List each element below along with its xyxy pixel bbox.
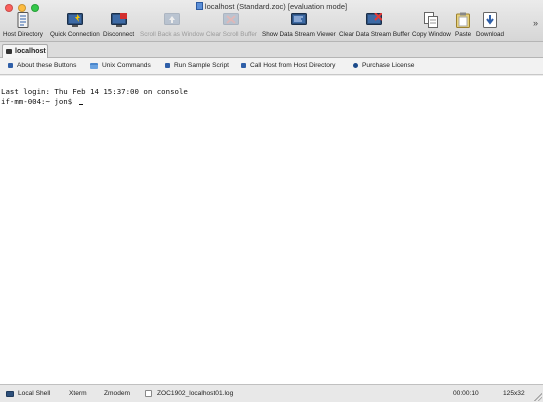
copy-window-icon <box>423 12 439 28</box>
logfile-checkbox[interactable] <box>145 390 152 397</box>
text-cursor <box>78 103 83 105</box>
tab-localhost-label: localhost <box>15 48 46 55</box>
terminal-icon <box>6 49 12 54</box>
paste-button[interactable]: Paste <box>455 12 471 38</box>
toolbar-overflow-button[interactable]: » <box>533 18 538 28</box>
document-icon <box>195 2 203 10</box>
user-button-bar: About these Buttons Unix Commands Run Sa… <box>0 58 543 75</box>
clear-scroll-icon <box>223 12 240 28</box>
square-icon <box>165 63 170 68</box>
logfile-toggle[interactable]: ZOC1902_localhost01.log <box>145 390 233 397</box>
terminal-prompt: if-mm-004:~ jon$ <box>1 97 77 106</box>
about-these-buttons-label: About these Buttons <box>17 62 77 69</box>
download-button[interactable]: Download <box>476 12 504 38</box>
disconnect-button[interactable]: Disconnect <box>103 12 134 38</box>
emulation-indicator[interactable]: Xterm <box>69 390 87 397</box>
transfer-protocol-indicator[interactable]: Zmodem <box>104 390 130 397</box>
quick-connection-icon <box>66 12 83 28</box>
paste-icon <box>455 12 471 28</box>
disconnect-icon <box>110 12 127 28</box>
square-icon <box>241 63 246 68</box>
call-host-from-host-directory-label: Call Host from Host Directory <box>250 62 336 69</box>
host-directory-label: Host Directory <box>3 31 43 38</box>
session-type-indicator[interactable]: Local Shell <box>6 390 50 397</box>
tab-localhost[interactable]: localhost <box>2 44 48 58</box>
resize-grip[interactable] <box>534 393 542 401</box>
dot-icon <box>353 63 358 68</box>
session-tab-bar: localhost <box>0 42 543 58</box>
copy-window-label: Copy Window <box>412 31 451 38</box>
clear-data-stream-buffer-label: Clear Data Stream Buffer <box>339 31 410 38</box>
purchase-license-button[interactable]: Purchase License <box>353 62 414 69</box>
unix-commands-button[interactable]: Unix Commands <box>90 62 151 69</box>
disconnect-label: Disconnect <box>103 31 135 38</box>
session-type-label: Local Shell <box>18 390 51 397</box>
clear-scroll-buffer-button[interactable]: Clear Scroll Buffer <box>206 12 257 38</box>
scroll-back-label: Scroll Back as Window <box>140 31 205 38</box>
run-sample-script-label: Run Sample Script <box>174 62 229 69</box>
clear-scroll-buffer-label: Clear Scroll Buffer <box>206 31 257 38</box>
show-data-stream-viewer-label: Show Data Stream Viewer <box>262 31 336 38</box>
download-icon <box>482 12 498 28</box>
logfile-label: ZOC1902_localhost01.log <box>157 390 234 397</box>
clear-data-stream-icon <box>366 12 383 28</box>
about-these-buttons-button[interactable]: About these Buttons <box>8 62 76 69</box>
session-timer: 00:00:10 <box>453 390 479 397</box>
data-stream-viewer-icon <box>290 12 307 28</box>
clear-data-stream-buffer-button[interactable]: Clear Data Stream Buffer <box>339 12 410 38</box>
terminal-line: Last login: Thu Feb 14 15:37:00 on conso… <box>1 87 188 96</box>
toolbar: Host Directory Quick Connection Disconne… <box>0 12 543 42</box>
folder-icon <box>90 62 98 69</box>
scroll-back-button[interactable]: Scroll Back as Window <box>140 12 204 38</box>
host-directory-icon <box>15 12 31 28</box>
purchase-license-label: Purchase License <box>362 62 415 69</box>
scroll-back-icon <box>164 12 181 28</box>
quick-connection-label: Quick Connection <box>50 31 100 38</box>
host-directory-button[interactable]: Host Directory <box>3 12 43 38</box>
paste-label: Paste <box>455 31 472 38</box>
terminal-size: 125x32 <box>503 390 525 397</box>
copy-window-button[interactable]: Copy Window <box>412 12 451 38</box>
title-toolbar-area: localhost (Standard.zoc) [evaluation mod… <box>0 0 543 42</box>
terminal-prompt-line: if-mm-004:~ jon$ <box>1 97 543 107</box>
square-icon <box>8 63 13 68</box>
quick-connection-button[interactable]: Quick Connection <box>50 12 100 38</box>
zoc-terminal-window: localhost (Standard.zoc) [evaluation mod… <box>0 0 543 402</box>
download-label: Download <box>476 31 505 38</box>
status-bar: Local Shell Xterm Zmodem ZOC1902_localho… <box>0 384 543 402</box>
monitor-icon <box>6 390 14 397</box>
window-title-text: localhost (Standard.zoc) [evaluation mod… <box>204 2 348 11</box>
unix-commands-label: Unix Commands <box>102 62 151 69</box>
call-host-from-host-directory-button[interactable]: Call Host from Host Directory <box>241 62 335 69</box>
terminal-screen[interactable]: Last login: Thu Feb 14 15:37:00 on conso… <box>0 76 543 384</box>
run-sample-script-button[interactable]: Run Sample Script <box>165 62 229 69</box>
show-data-stream-viewer-button[interactable]: Show Data Stream Viewer <box>262 12 336 38</box>
window-title: localhost (Standard.zoc) [evaluation mod… <box>0 2 543 11</box>
